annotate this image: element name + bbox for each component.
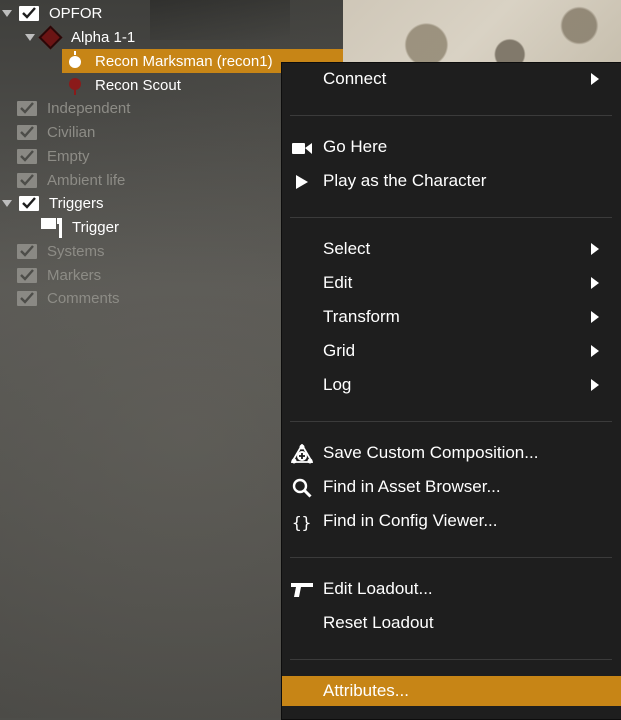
menu-item-label: Find in Config Viewer... <box>323 511 498 530</box>
checkbox-icon[interactable] <box>17 100 37 116</box>
svg-text:{}: {} <box>292 513 311 532</box>
submenu-arrow-icon <box>591 277 599 289</box>
menu-item-label: Edit <box>323 273 353 292</box>
tree-item-empty[interactable]: Empty <box>17 144 90 168</box>
submenu-arrow-icon <box>591 243 599 255</box>
search-icon <box>290 477 314 499</box>
tree-item-label: Empty <box>47 147 90 165</box>
menu-item-label: Select <box>323 239 371 258</box>
checkbox-icon[interactable] <box>17 172 37 188</box>
tree-item-label: Trigger <box>72 218 119 236</box>
submenu-arrow-icon <box>591 345 599 357</box>
terrain-sand <box>343 0 621 64</box>
menu-item-reset-loadout[interactable]: Reset Loadout <box>282 608 621 638</box>
menu-item-find-asset-browser[interactable]: Find in Asset Browser... <box>282 472 621 502</box>
menu-item-label: Save Custom Composition... <box>323 443 539 462</box>
menu-divider <box>290 115 612 116</box>
composition-icon <box>290 443 314 465</box>
context-menu: Connect Go Here Play as the Character Se… <box>281 62 621 720</box>
menu-divider <box>290 421 612 422</box>
unit-marker-icon <box>67 51 83 71</box>
checkbox-icon[interactable] <box>17 243 37 259</box>
menu-item-label: Reset Loadout <box>323 613 434 632</box>
tree-item-ambient-life[interactable]: Ambient life <box>17 168 125 192</box>
checkbox-icon[interactable] <box>17 124 37 140</box>
menu-item-transform[interactable]: Transform <box>282 302 621 332</box>
submenu-arrow-icon <box>591 73 599 85</box>
menu-item-label: Log <box>323 375 352 394</box>
unit-marker-icon <box>67 75 83 95</box>
menu-item-save-composition[interactable]: Save Custom Composition... <box>282 438 621 468</box>
submenu-arrow-icon <box>591 311 599 323</box>
tree-item-label: Comments <box>47 289 120 307</box>
expand-arrow-icon[interactable] <box>25 33 35 41</box>
menu-divider <box>290 217 612 218</box>
tree-item-label: Markers <box>47 266 102 284</box>
menu-item-label: Attributes... <box>323 681 409 700</box>
tree-item-label: OPFOR <box>49 4 103 22</box>
tree-item-group[interactable]: Alpha 1-1 <box>25 24 136 50</box>
menu-item-log[interactable]: Log <box>282 370 621 400</box>
group-diamond-icon <box>38 24 63 50</box>
menu-item-edit-loadout[interactable]: Edit Loadout... <box>282 574 621 604</box>
tree-item-unit-selected[interactable]: Recon Marksman (recon1) <box>67 49 273 73</box>
expand-arrow-icon[interactable] <box>2 199 12 207</box>
camera-icon <box>290 137 314 159</box>
submenu-arrow-icon <box>591 379 599 391</box>
menu-item-grid[interactable]: Grid <box>282 336 621 366</box>
menu-item-attributes[interactable]: Attributes... <box>282 676 621 706</box>
tree-item-label: Systems <box>47 242 105 260</box>
checkbox-icon[interactable] <box>19 195 39 211</box>
pistol-icon <box>290 579 314 601</box>
tree-item-civilian[interactable]: Civilian <box>17 120 95 144</box>
tree-item-trigger[interactable]: Trigger <box>40 215 119 239</box>
menu-item-label: Grid <box>323 341 356 360</box>
checkbox-icon[interactable] <box>19 5 39 21</box>
menu-item-edit[interactable]: Edit <box>282 268 621 298</box>
tree-item-label: Ambient life <box>47 171 126 189</box>
menu-item-label: Edit Loadout... <box>323 579 433 598</box>
tree-item-label: Triggers <box>49 194 104 212</box>
menu-item-label: Play as the Character <box>323 171 487 190</box>
menu-item-go-here[interactable]: Go Here <box>282 132 621 162</box>
tree-item-systems[interactable]: Systems <box>17 239 105 263</box>
expand-arrow-icon[interactable] <box>2 9 12 17</box>
menu-item-connect[interactable]: Connect <box>282 64 621 94</box>
menu-item-label: Go Here <box>323 137 388 156</box>
menu-divider <box>290 659 612 660</box>
tree-item-triggers[interactable]: Triggers <box>2 191 103 215</box>
tree-item-independent[interactable]: Independent <box>17 96 130 120</box>
tree-item-markers[interactable]: Markers <box>17 263 101 287</box>
tree-item-label: Independent <box>47 99 131 117</box>
menu-item-find-config-viewer[interactable]: {} Find in Config Viewer... <box>282 506 621 536</box>
menu-item-select[interactable]: Select <box>282 234 621 264</box>
tree-item-unit[interactable]: Recon Scout <box>67 73 181 97</box>
menu-divider <box>290 557 612 558</box>
menu-item-label: Connect <box>323 69 387 88</box>
menu-item-play-as-character[interactable]: Play as the Character <box>282 166 621 196</box>
menu-item-label: Transform <box>323 307 400 326</box>
tree-item-label: Alpha 1-1 <box>71 28 136 46</box>
play-icon <box>290 171 314 193</box>
tree-item-comments[interactable]: Comments <box>17 286 120 310</box>
tree-item-label: Recon Scout <box>95 76 181 94</box>
braces-icon: {} <box>290 511 314 533</box>
flag-icon <box>40 216 64 238</box>
terrain-building <box>150 0 290 40</box>
menu-item-label: Find in Asset Browser... <box>323 477 501 496</box>
tree-item-opfor[interactable]: OPFOR <box>2 1 102 25</box>
checkbox-icon[interactable] <box>17 267 37 283</box>
tree-item-label: Recon Marksman (recon1) <box>95 52 273 70</box>
tree-item-label: Civilian <box>47 123 96 141</box>
checkbox-icon[interactable] <box>17 290 37 306</box>
checkbox-icon[interactable] <box>17 148 37 164</box>
